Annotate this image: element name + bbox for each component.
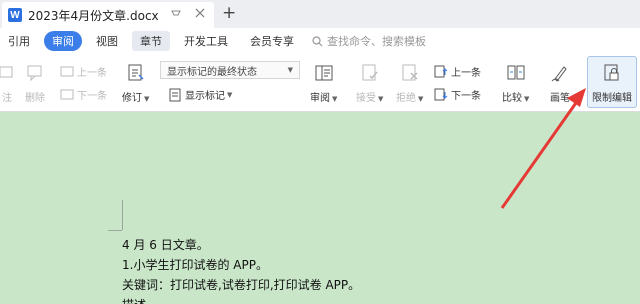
- prev-comment-icon: [60, 65, 74, 79]
- chevron-down-icon: ▼: [144, 95, 150, 103]
- title-bar: W 2023年4月份文章.docx +: [0, 0, 640, 28]
- compare-icon: [505, 62, 527, 84]
- reject-icon: [399, 62, 421, 84]
- delete-comment-icon: [24, 62, 46, 84]
- accept-icon: [359, 62, 381, 84]
- ink-button[interactable]: 画笔: [549, 62, 571, 104]
- reject-button[interactable]: 拒绝 ▼: [396, 62, 423, 104]
- close-icon[interactable]: [194, 7, 206, 22]
- compare-button[interactable]: 比较 ▼: [502, 62, 529, 104]
- track-changes-icon: [125, 62, 147, 84]
- doc-paragraph[interactable]: 关键词：打印试卷,试卷打印,打印试卷 APP。: [122, 276, 360, 293]
- lock-document-icon: [601, 62, 623, 84]
- search-placeholder: 查找命令、搜索模板: [327, 35, 426, 48]
- partial-comment-button[interactable]: 注: [0, 62, 18, 104]
- menu-section[interactable]: 章节: [132, 31, 170, 51]
- delete-comment-button[interactable]: 删除: [24, 62, 46, 104]
- menu-bar: 引用 审阅 视图 章节 开发工具 会员专享 查找命令、搜索模板: [0, 28, 640, 54]
- next-change-button[interactable]: 下一条: [434, 87, 481, 102]
- menu-view[interactable]: 视图: [88, 31, 126, 51]
- document-title: 2023年4月份文章.docx: [28, 8, 159, 23]
- search-box[interactable]: 查找命令、搜索模板: [312, 33, 426, 49]
- chevron-down-icon: ▼: [524, 95, 530, 103]
- search-icon: [312, 35, 323, 46]
- margin-corner-mark-horizontal: [108, 230, 122, 231]
- accept-button[interactable]: 接受 ▼: [356, 62, 383, 104]
- comment-icon: [0, 62, 18, 84]
- next-comment-icon: [60, 88, 74, 102]
- show-markup-button[interactable]: 显示标记 ▼: [168, 87, 232, 102]
- show-markup-icon: [168, 88, 182, 102]
- next-comment-button[interactable]: 下一条: [60, 87, 107, 102]
- chevron-down-icon: ▼: [287, 66, 293, 74]
- doc-paragraph[interactable]: 1.小学生打印试卷的 APP。: [122, 256, 268, 273]
- document-tab[interactable]: W 2023年4月份文章.docx: [2, 2, 214, 28]
- pin-icon[interactable]: [170, 7, 182, 22]
- doc-paragraph[interactable]: 4 月 6 日文章。: [122, 236, 209, 253]
- restrict-editing-button[interactable]: 限制编辑: [587, 56, 637, 108]
- review-pane-button[interactable]: 审阅 ▼: [310, 62, 337, 104]
- prev-comment-button[interactable]: 上一条: [60, 64, 107, 79]
- pen-icon: [549, 62, 571, 84]
- chevron-down-icon: ▼: [332, 95, 338, 103]
- next-change-icon: [434, 88, 448, 102]
- prev-change-icon: [434, 65, 448, 79]
- menu-member-exclusive[interactable]: 会员专享: [242, 31, 302, 51]
- chevron-down-icon: ▼: [418, 95, 424, 103]
- review-pane-icon: [313, 62, 335, 84]
- chevron-down-icon: ▼: [227, 90, 233, 99]
- menu-review[interactable]: 审阅: [44, 31, 82, 51]
- menu-developer-tools[interactable]: 开发工具: [176, 31, 236, 51]
- markup-state-select[interactable]: 显示标记的最终状态 ▼: [160, 61, 300, 79]
- wps-writer-icon: W: [8, 8, 22, 22]
- menu-references[interactable]: 引用: [0, 31, 38, 51]
- prev-change-button[interactable]: 上一条: [434, 64, 481, 79]
- track-changes-button[interactable]: 修订 ▼: [122, 62, 149, 104]
- review-toolbar: 注 删除 上一条 下一条 修订 ▼ 显示标记的最终状态 ▼ 显示标记 ▼ 审阅 …: [0, 54, 640, 112]
- margin-corner-mark: [122, 200, 136, 230]
- doc-paragraph[interactable]: 描述: [122, 296, 146, 304]
- chevron-down-icon: ▼: [378, 95, 384, 103]
- add-tab-button[interactable]: +: [222, 3, 236, 23]
